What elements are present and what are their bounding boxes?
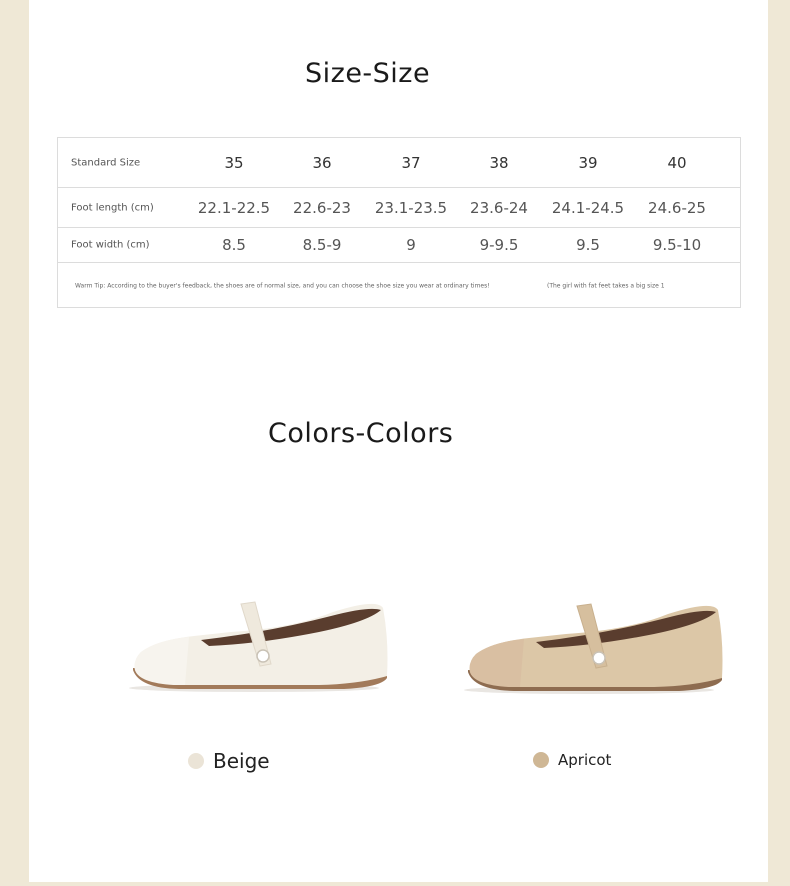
table-cell: 8.5	[222, 236, 246, 254]
table-row-standard-size: Standard Size 35 36 37 38 39 40	[58, 138, 740, 188]
table-cell: 9.5	[576, 236, 600, 254]
color-label: Beige	[213, 749, 270, 773]
row-label: Foot length (cm)	[71, 202, 154, 213]
table-cell: 23.6-24	[470, 198, 528, 217]
size-section-title: Size-Size	[305, 58, 431, 89]
apricot-swatch-dot	[533, 752, 549, 768]
table-row-foot-width: Foot width (cm) 8.5 8.5-9 9 9-9.5 9.5 9.…	[58, 228, 740, 263]
table-cell: 9-9.5	[479, 236, 519, 254]
shoe-buckle	[256, 649, 270, 663]
fat-feet-tip-text: (The girl with fat feet takes a big size…	[547, 282, 665, 289]
table-cell: 23.1-23.5	[374, 198, 448, 217]
table-row-tips: Warm Tip: According to the buyer's feedb…	[58, 263, 740, 308]
table-cell: 8.5-9	[302, 236, 342, 254]
product-detail-panel: Size-Size Standard Size 35 36 37 38 39 4…	[29, 0, 768, 882]
table-cell: 9	[406, 236, 416, 254]
table-cell: 39	[578, 153, 598, 172]
size-chart-table: Standard Size 35 36 37 38 39 40 Foot len…	[57, 137, 741, 308]
table-cell: 22.1-22.5	[197, 198, 271, 217]
row-label: Standard Size	[71, 157, 141, 168]
colors-section-title: Colors-Colors	[268, 418, 454, 449]
table-cell: 35	[224, 153, 244, 172]
table-cell: 37	[401, 153, 421, 172]
table-cell: 24.6-25	[648, 198, 706, 217]
shoe-buckle	[592, 651, 606, 665]
beige-shoe-image	[129, 601, 388, 692]
color-label: Apricot	[558, 751, 612, 769]
table-cell: 38	[489, 153, 509, 172]
row-label: Foot width (cm)	[71, 239, 150, 251]
table-cell: 24.1-24.5	[551, 198, 625, 217]
shoe-toe-cap	[134, 637, 189, 685]
apricot-shoe-image	[464, 603, 723, 694]
table-row-foot-length: Foot length (cm) 22.1-22.5 22.6-23 23.1-…	[58, 188, 740, 228]
color-option-apricot[interactable]: Apricot	[533, 751, 611, 769]
table-cell: 40	[667, 153, 687, 172]
table-cell: 9.5-10	[652, 236, 702, 254]
color-option-beige[interactable]: Beige	[188, 749, 270, 773]
table-cell: 36	[312, 153, 332, 172]
shoe-toe-cap	[469, 639, 524, 687]
warm-tip-text: Warm Tip: According to the buyer's feedb…	[75, 282, 490, 289]
table-cell: 22.6-23	[293, 198, 351, 217]
beige-swatch-dot	[188, 753, 204, 769]
